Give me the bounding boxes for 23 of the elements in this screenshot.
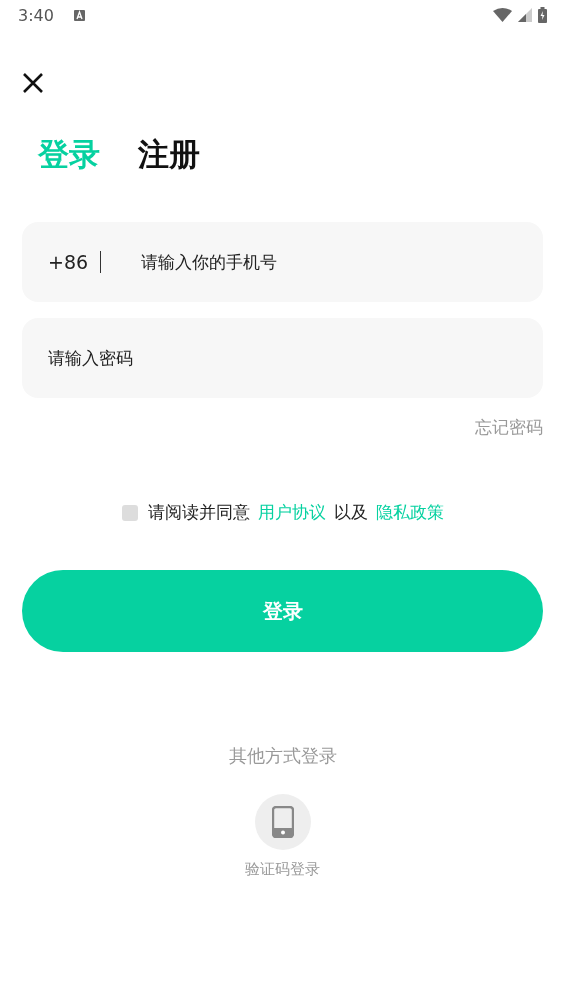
phone-icon — [271, 806, 294, 838]
close-icon — [22, 72, 44, 94]
other-methods-title: 其他方式登录 — [228, 744, 337, 768]
forgot-password-link[interactable]: 忘记密码 — [475, 416, 543, 439]
tab[interactable]: 注册 — [138, 134, 200, 176]
status-time: 3:40 — [18, 5, 54, 25]
agreement-link[interactable]: 隐私政策 — [375, 501, 444, 524]
agreement-text: 请阅读并同意 — [147, 501, 250, 524]
agreement-text: 以及 — [333, 501, 368, 524]
battery-icon — [538, 7, 547, 23]
country-code[interactable]: +86 — [48, 251, 89, 273]
agreement-link[interactable]: 用户协议 — [257, 501, 326, 524]
signal-icon — [518, 8, 532, 22]
phone-input[interactable]: 请输入你的手机号 — [141, 252, 517, 272]
phone-field[interactable]: +86 请输入你的手机号 — [22, 222, 543, 302]
login-button[interactable]: 登录 — [22, 570, 543, 652]
keyboard-icon — [73, 9, 85, 21]
option-label: 验证码登录 — [245, 860, 320, 879]
agreement-checkbox[interactable] — [121, 504, 138, 521]
wifi-icon — [493, 8, 512, 22]
close-button[interactable] — [22, 72, 44, 94]
password-field[interactable]: 请输入密码 — [22, 318, 543, 398]
tab[interactable]: 登录 — [38, 134, 100, 176]
